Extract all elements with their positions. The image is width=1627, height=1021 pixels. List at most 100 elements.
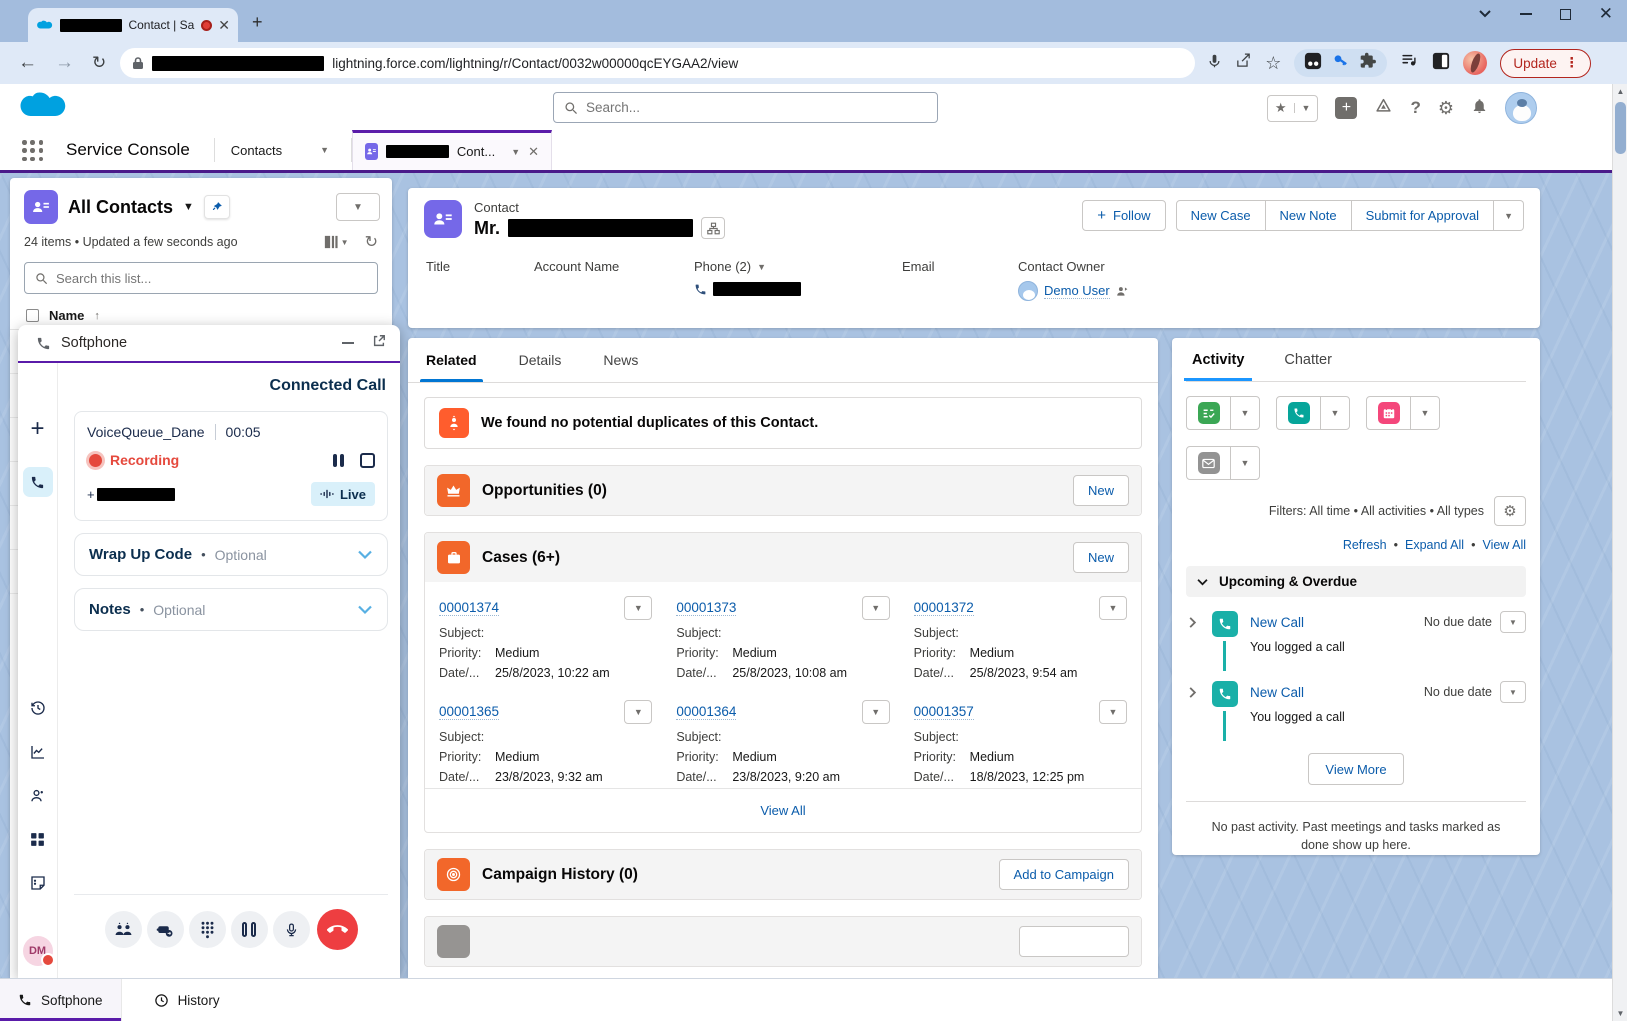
contacts-tab-dropdown-icon[interactable]: ▼ [298,130,351,170]
phone-dropdown-icon[interactable]: ▼ [757,262,766,272]
case-actions-dropdown[interactable]: ▼ [862,700,890,724]
case-number-link[interactable]: 00001372 [914,600,974,616]
notifications-bell-icon[interactable] [1471,97,1488,120]
browser-tab[interactable]: Contact | Sal ✕ [28,8,238,42]
help-icon[interactable]: ? [1410,98,1420,118]
window-minimize-icon[interactable] [1520,13,1532,15]
activity-settings-gear-icon[interactable]: ⚙ [1494,496,1526,526]
new-call-plus-icon[interactable]: + [30,415,44,443]
name-column-header[interactable]: Name [49,308,84,323]
window-close-icon[interactable]: ✕ [1599,4,1613,24]
conference-button[interactable] [105,911,142,948]
submit-for-approval-button[interactable]: Submit for Approval [1352,200,1494,231]
utility-history-tab[interactable]: History [136,979,238,1021]
share-icon[interactable] [1235,52,1252,74]
more-actions-dropdown[interactable]: ▼ [1494,200,1524,231]
scrollbar-thumb[interactable] [1615,102,1626,154]
tab-details[interactable]: Details [519,338,562,382]
record-tab-dropdown-icon[interactable]: ▼ [511,147,520,157]
change-owner-icon[interactable] [1116,285,1129,298]
softphone-popout-icon[interactable] [372,334,386,353]
select-all-checkbox[interactable] [26,309,39,322]
reload-icon[interactable]: ↻ [92,53,106,73]
new-event-dropdown-icon[interactable]: ▼ [1411,397,1439,429]
puzzle-extensions-icon[interactable] [1360,52,1377,74]
case-number-link[interactable]: 00001374 [439,600,499,616]
nav-tab-contacts[interactable]: Contacts [215,130,298,170]
window-chevron-icon[interactable] [1478,5,1492,23]
user-avatar[interactable] [1505,92,1537,124]
view-hierarchy-icon[interactable] [701,217,725,239]
setup-gear-icon[interactable]: ⚙ [1438,98,1454,119]
refresh-list-icon[interactable]: ↻ [365,232,378,252]
list-view-controls-dropdown[interactable]: ▼ [336,193,380,221]
app-launcher-icon[interactable] [22,140,44,162]
timeline-call-link[interactable]: New Call [1250,615,1304,630]
view-more-button[interactable]: View More [1308,753,1404,785]
page-scrollbar[interactable]: ▲ ▼ [1612,84,1627,1021]
phone-field-value[interactable] [694,281,874,297]
display-as-icon[interactable]: ▼ [324,235,349,249]
extension-dark-icon[interactable] [1304,52,1322,75]
notes-pad-icon[interactable] [29,874,47,897]
agent-avatar[interactable]: DM [23,936,53,966]
utility-softphone-tab[interactable]: Softphone [0,979,122,1021]
clipped-related-button[interactable] [1019,926,1129,957]
expand-item-chevron-icon[interactable] [1188,686,1197,704]
back-icon[interactable]: ← [18,52,37,74]
password-key-icon[interactable] [1332,52,1350,75]
case-number-link[interactable]: 00001364 [676,704,736,720]
record-tab-close-icon[interactable]: ✕ [528,144,539,160]
forward-icon[interactable]: → [55,52,74,74]
tab-news[interactable]: News [603,338,638,382]
scrollbar-up-icon[interactable]: ▲ [1613,87,1627,96]
new-tab-button[interactable]: + [252,12,263,33]
expand-item-chevron-icon[interactable] [1188,616,1197,634]
case-number-link[interactable]: 00001357 [914,704,974,720]
update-button[interactable]: Update ⋮ [1500,49,1591,78]
email-dropdown-icon[interactable]: ▼ [1231,447,1259,479]
owner-link[interactable]: Demo User [1044,283,1110,299]
side-panel-icon[interactable] [1432,52,1450,75]
end-call-button[interactable] [317,909,358,950]
profile-avatar[interactable] [1463,51,1487,75]
window-maximize-icon[interactable] [1560,9,1571,20]
tab-close-icon[interactable]: ✕ [218,17,230,34]
mic-icon[interactable] [1207,52,1222,75]
case-actions-dropdown[interactable]: ▼ [624,596,652,620]
softphone-minimize-icon[interactable] [342,342,354,344]
new-note-button[interactable]: New Note [1266,200,1352,231]
case-number-link[interactable]: 00001373 [676,600,736,616]
new-task-dropdown-icon[interactable]: ▼ [1231,397,1259,429]
cases-view-all-link[interactable]: View All [760,803,805,818]
case-actions-dropdown[interactable]: ▼ [862,596,890,620]
case-actions-dropdown[interactable]: ▼ [1099,596,1127,620]
favorites-dropdown-icon[interactable]: ▼ [1294,103,1318,113]
notes-chevron-icon[interactable] [357,605,373,615]
list-search-box[interactable] [24,262,378,294]
list-view-title[interactable]: All Contacts [68,197,173,218]
list-view-dropdown-icon[interactable]: ▼ [183,201,194,213]
follow-button[interactable]: +Follow [1082,200,1165,231]
dialpad-button[interactable] [189,911,226,948]
guidance-center-icon[interactable] [1374,97,1393,120]
activity-view-all-link[interactable]: View All [1482,538,1526,552]
address-bar[interactable]: lightning.force.com/lightning/r/Contact/… [120,48,1195,78]
apps-grid-icon[interactable] [29,831,46,853]
case-number-link[interactable]: 00001365 [439,704,499,720]
scrollbar-down-icon[interactable]: ▼ [1613,1009,1627,1018]
notes-section[interactable]: Notes • Optional [74,588,388,631]
media-playlist-icon[interactable] [1400,52,1419,74]
global-search-input[interactable] [586,100,927,115]
expand-all-link[interactable]: Expand All [1405,538,1464,552]
new-case-button[interactable]: New Case [1176,200,1266,231]
global-search[interactable] [553,92,938,123]
mute-button[interactable] [273,911,310,948]
campaign-history-title[interactable]: Campaign History (0) [482,866,638,884]
opportunities-title[interactable]: Opportunities (0) [482,482,607,500]
call-analytics-icon[interactable] [29,743,47,766]
case-actions-dropdown[interactable]: ▼ [1099,700,1127,724]
upcoming-overdue-header[interactable]: Upcoming & Overdue [1186,566,1526,597]
list-search-input[interactable] [56,271,367,286]
contacts-directory-icon[interactable] [29,787,47,810]
